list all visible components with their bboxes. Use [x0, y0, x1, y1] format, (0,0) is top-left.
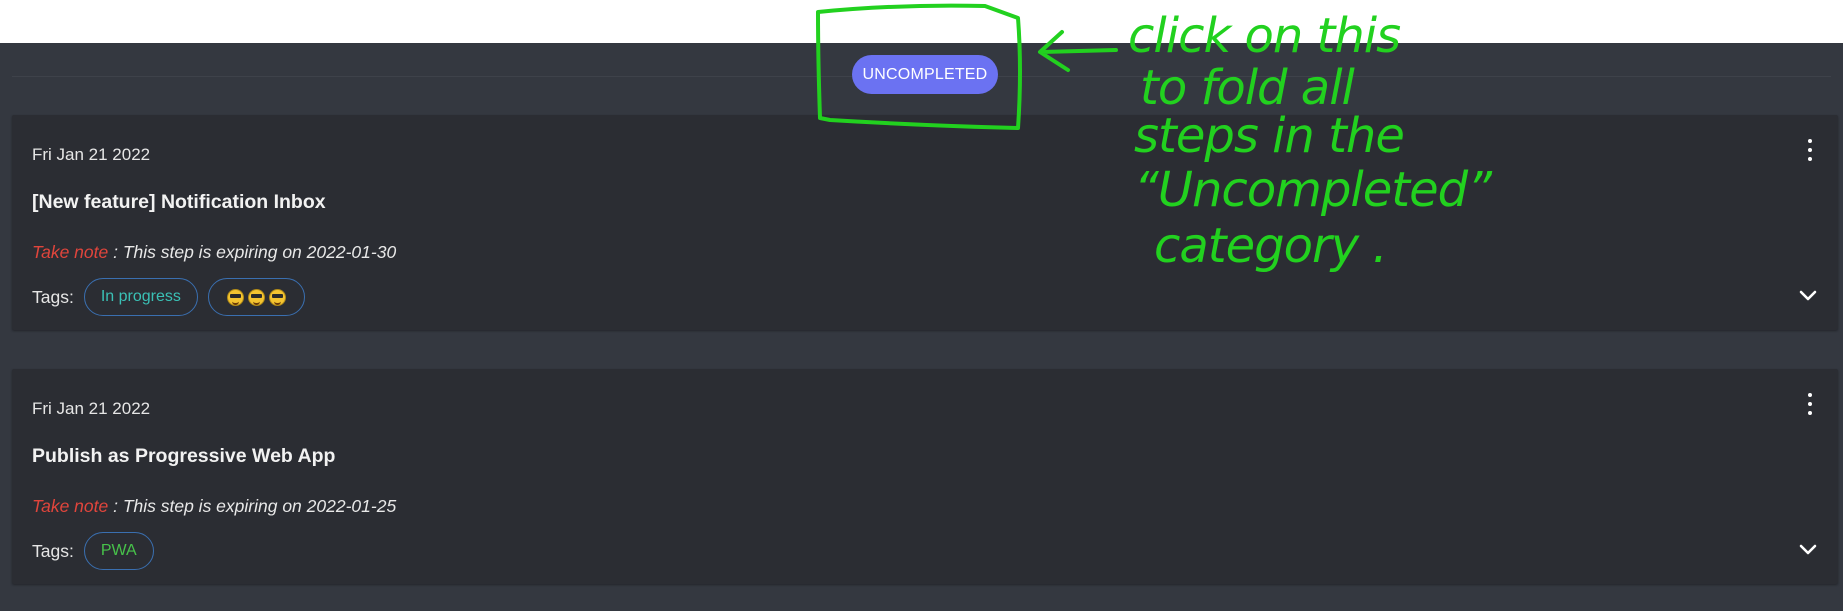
step-title: Publish as Progressive Web App — [32, 445, 336, 467]
expiry-note: Take note : This step is expiring on 202… — [32, 242, 396, 263]
top-white-bar — [0, 0, 1843, 43]
uncompleted-filter-chip[interactable]: UNCOMPLETED — [852, 55, 998, 94]
step-date: Fri Jan 21 2022 — [32, 145, 151, 164]
more-options-icon[interactable] — [1804, 139, 1816, 161]
emoji-group — [225, 288, 288, 306]
annotation-line: to fold all — [1140, 60, 1356, 116]
step-title: [New feature] Notification Inbox — [32, 191, 326, 213]
sunglasses-emoji-icon — [268, 288, 286, 306]
step-date: Fri Jan 21 2022 — [32, 399, 151, 418]
tags-label: Tags: — [32, 286, 74, 307]
take-note-label: Take note — [32, 242, 109, 262]
take-note-label: Take note — [32, 496, 109, 516]
tags-row: Tags: In progress — [32, 277, 315, 317]
expiry-text: : This step is expiring on 2022-01-25 — [108, 496, 397, 516]
tag-emoji[interactable] — [207, 278, 305, 316]
expiry-text: : This step is expiring on 2022-01-30 — [108, 242, 397, 262]
expiry-note: Take note : This step is expiring on 202… — [32, 496, 396, 517]
chevron-down-icon[interactable] — [1798, 543, 1818, 557]
more-options-icon[interactable] — [1804, 393, 1816, 415]
tags-row: Tags: PWA — [32, 531, 164, 571]
sunglasses-emoji-icon — [247, 288, 265, 306]
tags-label: Tags: — [32, 540, 74, 561]
sunglasses-emoji-icon — [226, 288, 244, 306]
chevron-down-icon[interactable] — [1798, 289, 1818, 303]
tag-in-progress[interactable]: In progress — [83, 278, 198, 316]
step-card: Fri Jan 21 2022 Publish as Progressive W… — [12, 369, 1838, 584]
step-card: Fri Jan 21 2022 [New feature] Notificati… — [12, 115, 1838, 330]
tag-pwa[interactable]: PWA — [83, 532, 154, 570]
